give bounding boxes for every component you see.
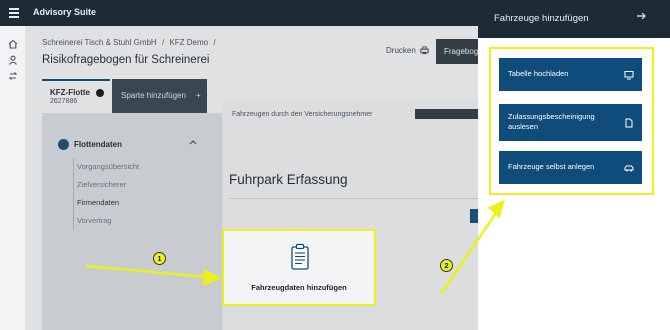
annotation-arrows: [85, 199, 505, 295]
step-badge-2: 2: [440, 259, 453, 272]
step-badge-1: 1: [153, 252, 166, 265]
